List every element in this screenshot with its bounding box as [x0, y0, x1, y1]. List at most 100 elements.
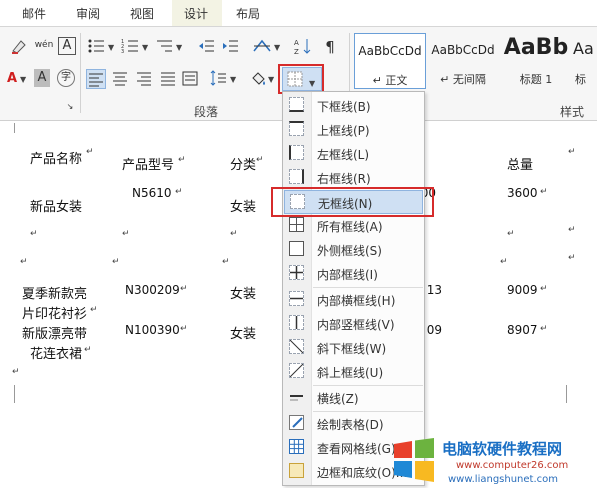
- watermark-title: 电脑软硬件教程网: [442, 440, 563, 458]
- menu-item-all-borders[interactable]: 所有框线(A): [284, 214, 423, 238]
- draw-table-icon: [289, 415, 304, 430]
- row3-quantity: 209: [426, 323, 442, 337]
- margin-mark: [14, 123, 15, 133]
- row1-model: N5610: [132, 186, 172, 200]
- no-border-callout: [271, 187, 434, 217]
- row3-total: 8907: [507, 323, 538, 337]
- horizontal-line-icon: [289, 389, 304, 404]
- menu-item-draw-table[interactable]: 绘制表格(D): [284, 412, 423, 436]
- font-color-dropdown-icon[interactable]: ▼: [20, 75, 26, 84]
- bottom-border-icon: [289, 97, 304, 112]
- inside-horizontal-border-icon: [289, 291, 304, 306]
- header-category: 分类: [230, 158, 257, 173]
- inside-vertical-border-icon: [289, 315, 304, 330]
- align-right-button[interactable]: [134, 69, 154, 89]
- tab-layout[interactable]: 布局: [236, 5, 260, 22]
- style-heading-1[interactable]: AaBb 标题 1: [500, 33, 572, 89]
- tab-view[interactable]: 视图: [130, 5, 154, 22]
- row2-category: 女装: [230, 287, 257, 302]
- menu-item-label: 上框线(P): [317, 124, 370, 138]
- bullets-dropdown-icon[interactable]: ▼: [108, 43, 114, 52]
- style-normal[interactable]: AaBbCcDd ↵ 正文: [354, 33, 426, 89]
- menu-item-top-border[interactable]: 上框线(P): [284, 118, 423, 142]
- clear-format-icon[interactable]: [8, 37, 28, 57]
- header-total: 总量: [507, 158, 534, 173]
- menu-item-inside-vertical[interactable]: 内部竖框线(V): [284, 312, 423, 336]
- paragraph-group-label: 段落: [194, 105, 219, 119]
- distributed-button[interactable]: [180, 69, 200, 89]
- menu-item-bottom-border[interactable]: 下框线(B): [284, 94, 423, 118]
- menu-item-outside-borders[interactable]: 外侧框线(S): [284, 238, 423, 262]
- left-border-icon: [289, 145, 304, 160]
- char-shading-icon[interactable]: A: [34, 69, 50, 87]
- row2-total: 9009: [507, 283, 538, 297]
- menu-item-label: 右框线(R): [317, 172, 371, 186]
- cell-end-mark: ↵: [175, 187, 183, 197]
- line-spacing-dropdown-icon[interactable]: ▼: [230, 75, 236, 84]
- shading-dropdown-icon[interactable]: ▼: [268, 75, 274, 84]
- svg-text:Z: Z: [294, 48, 299, 55]
- empty-cell-mark: ↵: [230, 229, 238, 239]
- increase-indent-icon[interactable]: [220, 37, 240, 57]
- row-end-mark: ↵: [568, 147, 576, 157]
- watermark-url-2: www.liangshunet.com: [448, 474, 558, 485]
- sort-icon[interactable]: AZ: [293, 37, 313, 57]
- tab-design[interactable]: 设计: [184, 5, 208, 22]
- cell-end-mark: ↵: [86, 147, 94, 157]
- empty-cell-mark: ↵: [112, 257, 120, 267]
- multilevel-dropdown-icon[interactable]: ▼: [176, 43, 182, 52]
- asian-layout-dropdown-icon[interactable]: ▼: [274, 43, 280, 52]
- line-spacing-icon[interactable]: [208, 69, 228, 89]
- numbering-icon[interactable]: 123: [120, 37, 140, 57]
- watermark-url-1: www.computer26.com: [456, 460, 569, 471]
- menu-item-inside-borders[interactable]: 内部框线(I): [284, 262, 423, 286]
- group-divider: [80, 33, 81, 113]
- numbering-dropdown-icon[interactable]: ▼: [142, 43, 148, 52]
- header-product-model: 产品型号: [122, 158, 175, 173]
- empty-cell-mark: ↵: [122, 229, 130, 239]
- cell-end-mark: ↵: [540, 324, 548, 334]
- menu-item-label: 内部竖框线(V): [317, 318, 395, 332]
- style-no-spacing[interactable]: AaBbCcDd ↵ 无间隔: [427, 33, 499, 89]
- row-end-mark: ↵: [568, 253, 576, 263]
- menu-item-label: 左框线(L): [317, 148, 370, 162]
- menu-item-label: 绘制表格(D): [317, 418, 384, 432]
- font-dialog-launcher-icon[interactable]: ↘: [64, 101, 76, 113]
- menu-item-left-border[interactable]: 左框线(L): [284, 142, 423, 166]
- decrease-indent-icon[interactable]: [196, 37, 216, 57]
- borders-button-callout: [278, 64, 324, 94]
- menu-item-diagonal-up[interactable]: 斜上框线(U): [284, 360, 423, 384]
- bullets-icon[interactable]: [86, 37, 106, 57]
- phonetic-guide-icon[interactable]: wén: [34, 35, 54, 55]
- row-end-mark: ↵: [568, 225, 576, 235]
- multilevel-list-icon[interactable]: [154, 37, 174, 57]
- menu-item-diagonal-down[interactable]: 斜下框线(W): [284, 336, 423, 360]
- menu-item-label: 内部横框线(H): [317, 294, 396, 308]
- menu-item-label: 横线(Z): [317, 392, 359, 406]
- align-center-button[interactable]: [110, 69, 130, 89]
- menu-item-label: 斜上框线(U): [317, 366, 384, 380]
- menu-item-inside-horizontal[interactable]: 内部横框线(H): [284, 288, 423, 312]
- menu-item-horizontal-line[interactable]: 横线(Z): [284, 386, 423, 410]
- align-left-button[interactable]: [86, 69, 106, 89]
- view-gridlines-icon: [289, 439, 304, 454]
- style-no-spacing-name: ↵ 无间隔: [440, 73, 486, 86]
- row3-name-line1: 新版漂亮带: [22, 327, 88, 342]
- tab-mailings[interactable]: 邮件: [22, 5, 46, 22]
- tab-review[interactable]: 审阅: [76, 5, 100, 22]
- style-heading-2[interactable]: Aa 标: [573, 33, 597, 89]
- asian-layout-icon[interactable]: [252, 37, 272, 57]
- char-border-icon[interactable]: A: [58, 37, 76, 55]
- row3-category: 女装: [230, 327, 257, 342]
- menu-item-label: 下框线(B): [317, 100, 371, 114]
- font-color-icon[interactable]: A: [2, 69, 22, 89]
- cell-end-mark: ↵: [256, 155, 264, 165]
- borders-dropdown-menu: 下框线(B) 上框线(P) 左框线(L) 右框线(R) 无框线(N) 所有框线(…: [282, 91, 425, 486]
- right-border-icon: [289, 169, 304, 184]
- enclose-char-icon[interactable]: 字: [57, 69, 75, 87]
- shading-bucket-icon[interactable]: [248, 69, 268, 89]
- site-watermark: 电脑软硬件教程网 www.computer26.com www.liangshu…: [392, 436, 597, 488]
- show-paragraph-marks-icon[interactable]: ¶: [320, 37, 340, 57]
- justify-button[interactable]: [158, 69, 178, 89]
- cell-end-mark: ↵: [540, 284, 548, 294]
